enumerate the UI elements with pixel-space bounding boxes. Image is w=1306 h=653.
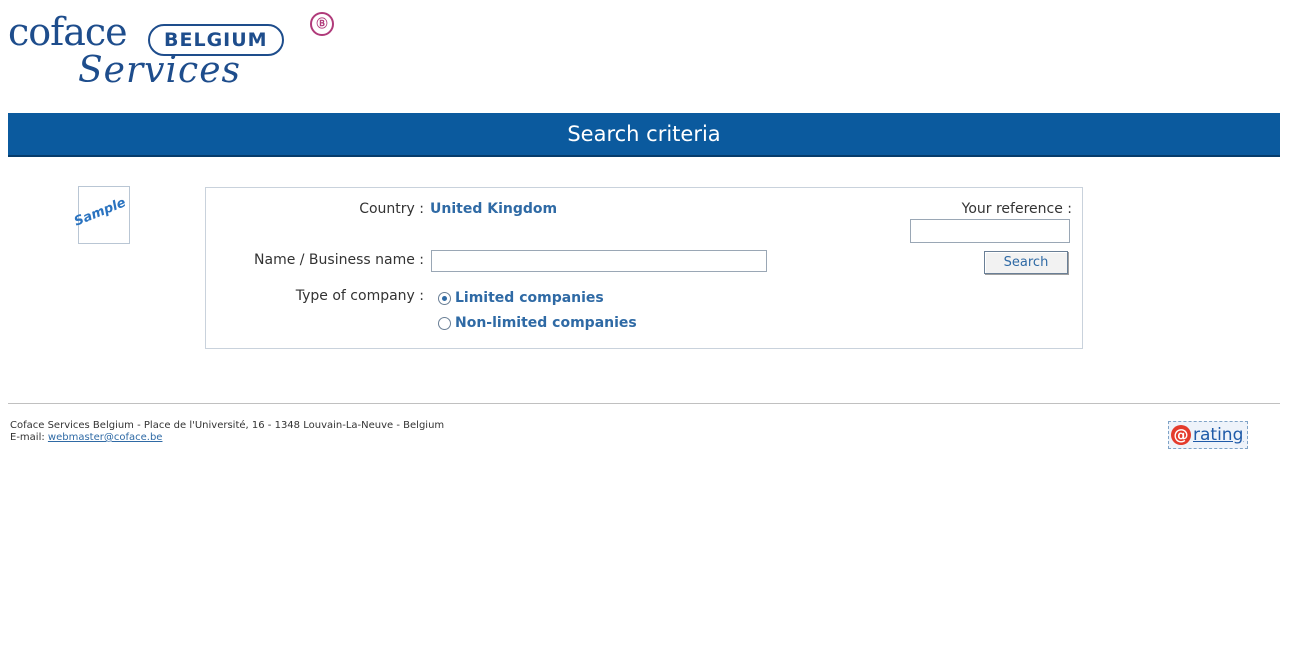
company-type-label: Type of company :: [295, 288, 424, 304]
country-label: Country :: [359, 201, 424, 217]
country-value: United Kingdom: [430, 201, 558, 217]
radio-button[interactable]: [438, 316, 451, 330]
footer-email-label: E-mail:: [10, 432, 45, 443]
title-bar: Search criteria: [8, 113, 1280, 157]
brand-logo: coface BELGIUM Ⓑ Services: [8, 6, 348, 98]
rating-link-text[interactable]: rating: [1193, 425, 1243, 445]
reference-input[interactable]: [910, 219, 1070, 243]
radio-button-checked[interactable]: [438, 291, 451, 305]
search-panel: Country : United Kingdom Name / Business…: [205, 187, 1083, 349]
sample-stamp-text: Sample: [72, 195, 129, 230]
footer: Coface Services Belgium - Place de l'Uni…: [10, 420, 444, 444]
footer-address: Coface Services Belgium - Place de l'Uni…: [10, 420, 445, 431]
search-button[interactable]: Search: [984, 251, 1068, 274]
footer-email-line: E-mail: webmaster@coface.be: [10, 432, 444, 444]
business-name-input[interactable]: [431, 250, 767, 272]
logo-badge: Ⓑ: [310, 12, 334, 36]
at-rating-icon: @: [1171, 425, 1191, 445]
logo-wordmark: coface: [8, 10, 128, 54]
footer-divider: [8, 403, 1280, 404]
rating-link[interactable]: @ rating: [1168, 421, 1249, 449]
radio-label[interactable]: Limited companies: [455, 290, 604, 306]
reference-label: Your reference :: [961, 201, 1072, 217]
sample-stamp: Sample: [72, 186, 130, 244]
radio-limited-companies[interactable]: Limited companies: [438, 288, 604, 308]
logo-services: Services: [78, 50, 241, 91]
radio-non-limited-companies[interactable]: Non-limited companies: [438, 313, 637, 333]
name-label: Name / Business name :: [254, 252, 424, 268]
radio-label[interactable]: Non-limited companies: [455, 315, 637, 331]
footer-email-link[interactable]: webmaster@coface.be: [48, 432, 163, 443]
page-title: Search criteria: [567, 122, 721, 146]
